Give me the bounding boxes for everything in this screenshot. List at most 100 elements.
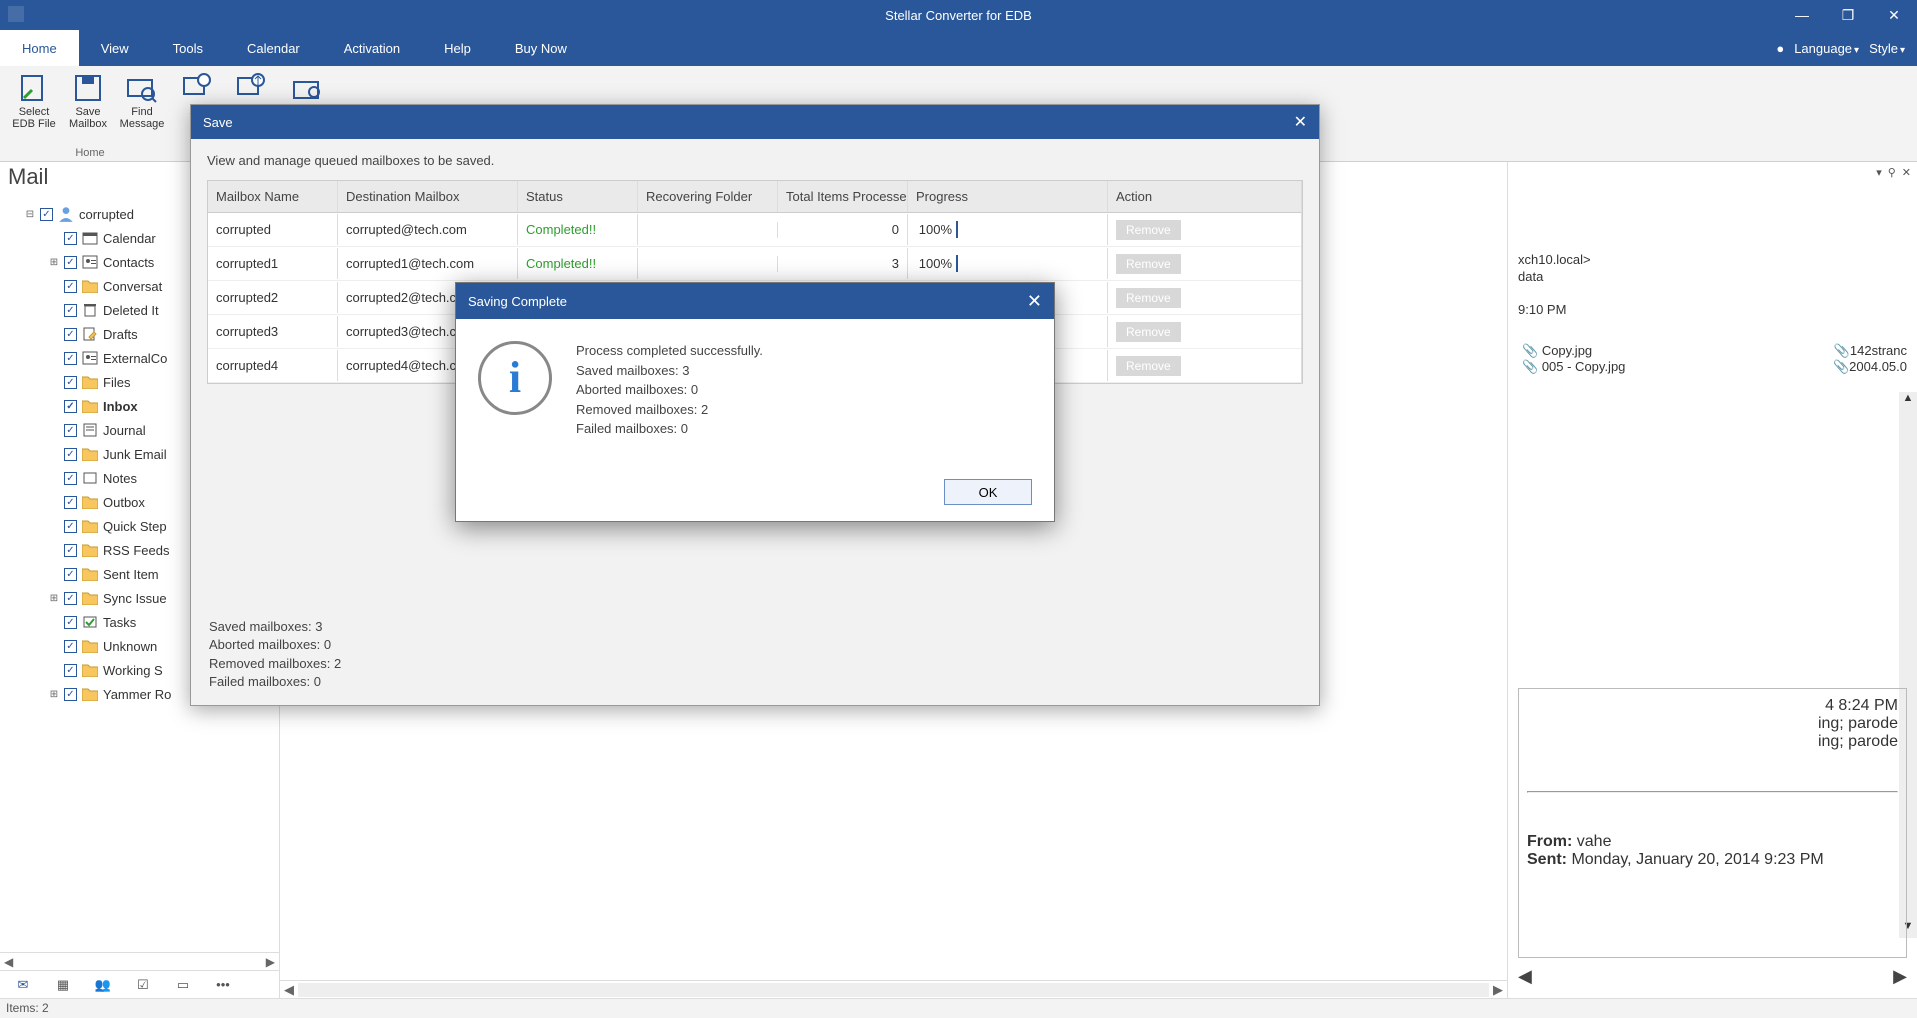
remove-button[interactable]: Remove — [1116, 322, 1181, 342]
prev-message-icon[interactable]: ◀ — [1518, 966, 1532, 988]
drafts-icon — [81, 326, 99, 342]
notes-nav-icon[interactable]: ▭ — [172, 976, 194, 994]
cell-recovering — [638, 222, 778, 238]
pane-close-icon[interactable]: ✕ — [1902, 166, 1911, 179]
tasks-nav-icon[interactable]: ☑ — [132, 976, 154, 994]
clock-up-icon — [234, 72, 266, 104]
tree-node-label: Tasks — [103, 615, 136, 630]
cell-status: Completed!! — [518, 248, 638, 279]
attachment-row[interactable]: 📎 005 - Copy.jpg 📎2004.05.0 — [1518, 359, 1907, 375]
pane-menu-icon[interactable]: ▾ — [1876, 166, 1882, 179]
modal-titlebar[interactable]: Saving Complete ✕ — [456, 283, 1054, 319]
info-icon: i — [478, 341, 552, 415]
pin-icon[interactable]: ⚲ — [1888, 166, 1896, 179]
scroll-up-icon[interactable]: ▲ — [1899, 392, 1917, 410]
checkbox-icon[interactable] — [64, 424, 77, 437]
checkbox-icon[interactable] — [64, 520, 77, 533]
save-dialog-titlebar[interactable]: Save ✕ — [191, 105, 1319, 139]
tree-node-label: Notes — [103, 471, 137, 486]
remove-button[interactable]: Remove — [1116, 356, 1181, 376]
table-row[interactable]: corrupted1corrupted1@tech.comCompleted!!… — [208, 247, 1302, 281]
cell-recovering — [638, 256, 778, 272]
search-icon — [126, 72, 158, 104]
table-row[interactable]: corruptedcorrupted@tech.comCompleted!!01… — [208, 213, 1302, 247]
checkbox-icon[interactable] — [64, 688, 77, 701]
language-dropdown[interactable]: Language▾ — [1794, 41, 1859, 56]
checkbox-icon[interactable] — [64, 592, 77, 605]
expand-icon[interactable]: ⊞ — [48, 257, 60, 268]
expand-icon[interactable]: ⊞ — [48, 689, 60, 700]
tree-node-label: Journal — [103, 423, 146, 438]
tab-tools[interactable]: Tools — [151, 30, 225, 66]
window-minimize-button[interactable]: — — [1779, 0, 1825, 30]
remove-button[interactable]: Remove — [1116, 220, 1181, 240]
mail-nav-icon[interactable]: ✉ — [12, 976, 34, 994]
checkbox-icon[interactable] — [64, 376, 77, 389]
checkbox-icon[interactable] — [64, 328, 77, 341]
cell-total: 3 — [778, 248, 908, 279]
checkbox-icon[interactable] — [64, 232, 77, 245]
tab-activation[interactable]: Activation — [322, 30, 422, 66]
center-hscroll[interactable]: ◀ ▶ — [280, 980, 1507, 998]
col-total[interactable]: Total Items Processed — [778, 181, 908, 212]
style-dropdown[interactable]: Style▾ — [1869, 41, 1905, 56]
folder-icon — [81, 278, 99, 294]
calendar-nav-icon[interactable]: ▦ — [52, 976, 74, 994]
tab-calendar[interactable]: Calendar — [225, 30, 322, 66]
scroll-left-icon[interactable]: ◀ — [280, 982, 298, 998]
ok-button[interactable]: OK — [944, 479, 1032, 505]
scroll-track[interactable] — [298, 983, 1489, 997]
folder-icon — [81, 398, 99, 414]
checkbox-icon[interactable] — [64, 496, 77, 509]
checkbox-icon[interactable] — [64, 568, 77, 581]
expand-icon[interactable]: ⊞ — [48, 593, 60, 604]
person-icon — [57, 206, 75, 222]
tree-node-label: Outbox — [103, 495, 145, 510]
col-destination[interactable]: Destination Mailbox — [338, 181, 518, 212]
remove-button[interactable]: Remove — [1116, 288, 1181, 308]
folder-icon — [81, 518, 99, 534]
journal-icon — [81, 422, 99, 438]
more-nav-icon[interactable]: ••• — [212, 976, 234, 994]
saving-complete-dialog: Saving Complete ✕ i Process completed su… — [455, 282, 1055, 522]
col-progress[interactable]: Progress — [908, 181, 1108, 212]
scroll-left-icon[interactable]: ◀ — [4, 955, 13, 969]
sidebar-hscroll[interactable]: ◀ ▶ — [0, 952, 279, 970]
save-dialog-close-icon[interactable]: ✕ — [1294, 112, 1307, 132]
checkbox-icon[interactable] — [64, 664, 77, 677]
tab-home[interactable]: Home — [0, 30, 79, 66]
checkbox-icon[interactable] — [40, 208, 53, 221]
checkbox-icon[interactable] — [64, 544, 77, 557]
col-status[interactable]: Status — [518, 181, 638, 212]
checkbox-icon[interactable] — [64, 616, 77, 629]
scroll-right-icon[interactable]: ▶ — [266, 955, 275, 969]
checkbox-icon[interactable] — [64, 640, 77, 653]
cal-icon — [81, 230, 99, 246]
col-recovering[interactable]: Recovering Folder — [638, 181, 778, 212]
col-action[interactable]: Action — [1108, 181, 1302, 212]
window-maximize-button[interactable]: ❐ — [1825, 0, 1871, 30]
tab-view[interactable]: View — [79, 30, 151, 66]
window-close-button[interactable]: ✕ — [1871, 0, 1917, 30]
tab-help[interactable]: Help — [422, 30, 493, 66]
attachment-row[interactable]: 📎 Copy.jpg 📎142stranc — [1518, 343, 1907, 359]
people-nav-icon[interactable]: 👥 — [92, 976, 114, 994]
folder-icon — [81, 638, 99, 654]
checkbox-icon[interactable] — [64, 352, 77, 365]
col-mailbox-name[interactable]: Mailbox Name — [208, 181, 338, 212]
scroll-right-icon[interactable]: ▶ — [1489, 982, 1507, 998]
checkbox-icon[interactable] — [64, 256, 77, 269]
cell-name: corrupted1 — [208, 248, 338, 279]
tree-node-label: Sent Item — [103, 567, 159, 582]
tab-buy-now[interactable]: Buy Now — [493, 30, 589, 66]
collapse-icon[interactable]: ⊟ — [24, 209, 36, 220]
checkbox-icon[interactable] — [64, 280, 77, 293]
modal-close-icon[interactable]: ✕ — [1027, 291, 1042, 312]
status-items: Items: 2 — [6, 1001, 49, 1015]
checkbox-icon[interactable] — [64, 472, 77, 485]
checkbox-icon[interactable] — [64, 400, 77, 413]
checkbox-icon[interactable] — [64, 304, 77, 317]
next-message-icon[interactable]: ▶ — [1893, 966, 1907, 988]
remove-button[interactable]: Remove — [1116, 254, 1181, 274]
checkbox-icon[interactable] — [64, 448, 77, 461]
